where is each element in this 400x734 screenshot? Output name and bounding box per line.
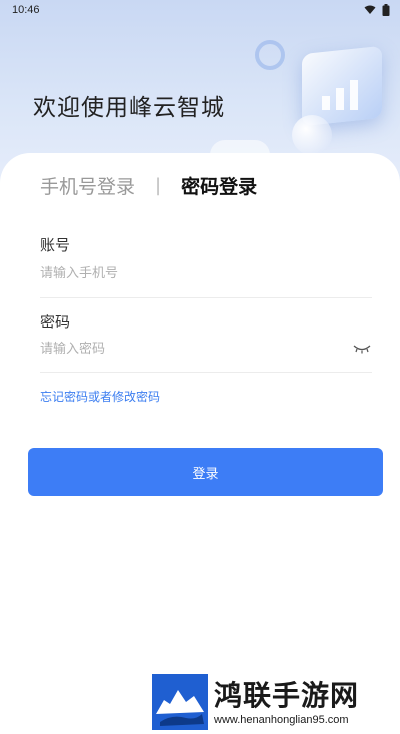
welcome-title: 欢迎使用峰云智城: [33, 95, 225, 121]
account-label: 账号: [40, 236, 71, 254]
watermark-url: www.henanhonglian95.com: [214, 714, 349, 726]
password-input[interactable]: [40, 337, 345, 361]
watermark-name: 鸿联手游网: [214, 679, 360, 712]
battery-icon: [382, 4, 390, 16]
password-label: 密码: [40, 313, 71, 331]
password-underline: [40, 372, 372, 373]
tab-divider: |: [155, 175, 162, 196]
tab-password-login[interactable]: 密码登录: [181, 172, 257, 199]
login-tabs: 手机号登录 | 密码登录: [40, 172, 257, 199]
account-underline: [40, 297, 372, 298]
status-icons: [364, 4, 390, 16]
wifi-icon: [364, 5, 376, 14]
decorative-bubble: [292, 115, 332, 155]
decorative-ring: [255, 40, 285, 70]
login-button[interactable]: 登录: [28, 448, 383, 496]
bar-chart-icon: [322, 80, 358, 110]
account-input[interactable]: [40, 261, 370, 285]
status-bar: 10:46: [0, 0, 400, 20]
status-time: 10:46: [12, 4, 40, 16]
eye-closed-icon[interactable]: [353, 343, 371, 355]
watermark: 鸿联手游网 www.henanhonglian95.com: [150, 672, 396, 732]
forgot-password-link[interactable]: 忘记密码或者修改密码: [40, 388, 160, 405]
bull-logo-icon: [152, 674, 208, 730]
tab-phone-login[interactable]: 手机号登录: [40, 172, 135, 199]
